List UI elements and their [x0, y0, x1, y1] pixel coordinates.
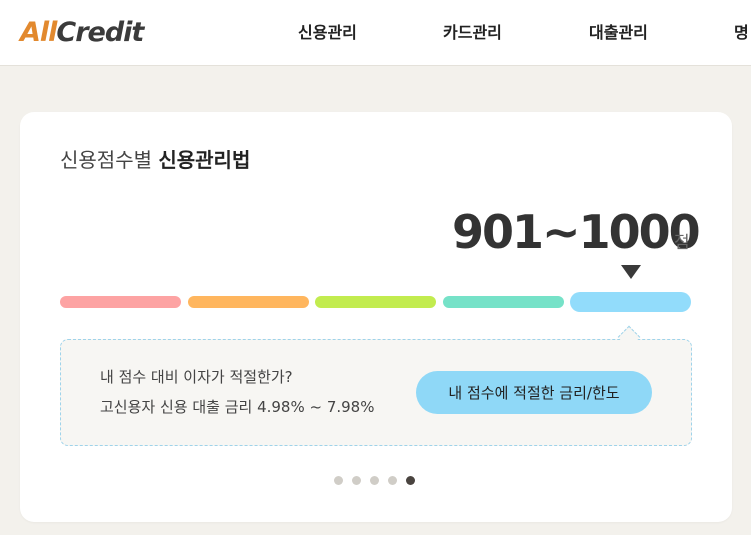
nav-loan-management[interactable]: 대출관리: [589, 23, 648, 43]
nav-credit-management[interactable]: 신용관리: [298, 23, 357, 43]
info-rate-text: 고신용자 신용 대출 금리 4.98% ~ 7.98%: [100, 398, 375, 416]
grade-bar-1[interactable]: [60, 296, 181, 308]
grade-bar-2[interactable]: [187, 296, 309, 308]
site-header: AllCredit 신용관리 카드관리 대출관리 명: [0, 0, 751, 66]
card-title-bold: 신용관리법: [158, 148, 251, 172]
score-unit: 점: [674, 233, 690, 253]
pagination-dot-3[interactable]: [370, 476, 379, 485]
pagination-dot-5[interactable]: [406, 476, 415, 485]
pagination-dot-4[interactable]: [388, 476, 397, 485]
rate-limit-button[interactable]: 내 점수에 적절한 금리/한도: [416, 371, 652, 414]
pointer-triangle-icon: [621, 265, 641, 279]
grade-bar-3[interactable]: [315, 296, 436, 308]
info-question: 내 점수 대비 이자가 적절한가?: [100, 368, 293, 386]
pagination-dot-1[interactable]: [334, 476, 343, 485]
pagination-dot-2[interactable]: [352, 476, 361, 485]
grade-bar-5[interactable]: [570, 292, 691, 312]
logo-all: All: [20, 17, 57, 48]
score-range: 901~1000: [452, 205, 701, 259]
logo-credit: Credit: [56, 17, 144, 48]
nav-item-truncated[interactable]: 명: [734, 23, 749, 43]
card-title-regular: 신용점수별: [60, 148, 152, 172]
credit-score-card: 신용점수별 신용관리법 901~1000 점 내 점수 대비 이자가 적절한가?…: [20, 112, 732, 522]
nav-card-management[interactable]: 카드관리: [443, 23, 502, 43]
grade-bar-4[interactable]: [442, 296, 564, 308]
card-title: 신용점수별 신용관리법: [60, 146, 250, 174]
allcredit-logo[interactable]: AllCredit: [20, 16, 144, 50]
